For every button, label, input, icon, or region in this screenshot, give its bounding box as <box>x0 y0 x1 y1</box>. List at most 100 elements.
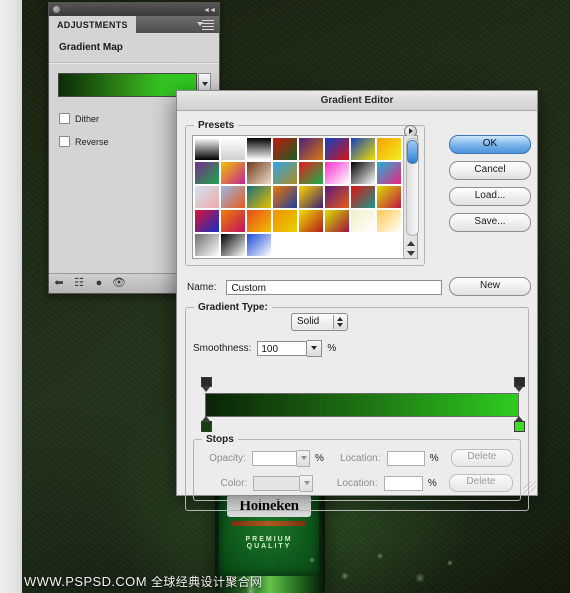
opacity-stop-start[interactable] <box>201 377 212 392</box>
preset-swatch[interactable] <box>220 209 246 233</box>
preset-swatch[interactable] <box>376 161 402 185</box>
new-button[interactable]: New <box>449 277 531 296</box>
opacity-location-input[interactable] <box>386 450 425 466</box>
opacity-dropdown-icon[interactable] <box>296 449 311 467</box>
preset-scrollbar[interactable] <box>403 136 419 258</box>
opacity-input[interactable] <box>251 450 297 466</box>
delete-color-stop-button[interactable]: Delete <box>448 474 513 492</box>
dialog-buttons: OK Cancel Load... Save... New <box>449 135 531 303</box>
preset-swatch[interactable] <box>324 209 350 233</box>
gradient-type-row: Solid <box>291 313 521 331</box>
watermark: WWW.PSPSD.COM 全球经典设计聚合网 <box>24 573 263 590</box>
gradient-type-group: Gradient Type: Solid Smoothness: 100 % S… <box>185 302 529 511</box>
preset-swatch[interactable] <box>324 161 350 185</box>
cancel-button[interactable]: Cancel <box>449 161 531 180</box>
scroll-up-icon[interactable] <box>407 241 415 246</box>
preset-swatch[interactable] <box>246 161 272 185</box>
preset-swatch[interactable] <box>298 185 324 209</box>
preset-swatch[interactable] <box>376 209 402 233</box>
preset-swatch[interactable] <box>194 209 220 233</box>
ok-button[interactable]: OK <box>449 135 531 154</box>
eye-icon[interactable]: 👁 <box>109 278 129 289</box>
preset-swatch[interactable] <box>246 185 272 209</box>
dither-label: Dither <box>75 113 100 124</box>
gradient-strip[interactable] <box>205 393 519 417</box>
gradient-type-label: Gradient Type: <box>194 302 272 313</box>
collapse-icon[interactable]: ◄◄ <box>203 7 216 14</box>
close-icon[interactable] <box>53 6 60 13</box>
panel-menu-icon[interactable] <box>197 20 214 30</box>
preset-swatch[interactable] <box>194 137 220 161</box>
gradient-type-value: Solid <box>297 316 320 327</box>
preset-list[interactable] <box>192 135 419 259</box>
label-band <box>232 521 306 526</box>
preset-swatch[interactable] <box>298 137 324 161</box>
color-dropdown-icon[interactable] <box>299 474 314 492</box>
stops-legend: Stops <box>202 434 238 445</box>
preset-swatch[interactable] <box>350 209 376 233</box>
save-button[interactable]: Save... <box>449 213 531 232</box>
clip-layer-icon[interactable]: ☷ <box>69 278 89 289</box>
reverse-label: Reverse <box>75 136 109 147</box>
preset-swatch[interactable] <box>194 161 220 185</box>
panel-tab-filler <box>135 16 219 33</box>
color-spacer <box>318 478 321 489</box>
back-arrow-icon[interactable]: ⬅ <box>49 278 69 289</box>
load-button[interactable]: Load... <box>449 187 531 206</box>
watermark-latin: WWW.PSPSD.COM <box>24 574 147 589</box>
panel-title-bar: ◄◄ <box>49 3 219 16</box>
smoothness-input[interactable]: 100 <box>257 341 308 356</box>
preset-swatch[interactable] <box>220 185 246 209</box>
reverse-checkbox[interactable] <box>59 136 70 147</box>
preset-swatch[interactable] <box>272 185 298 209</box>
tab-adjustments[interactable]: ADJUSTMENTS <box>49 16 136 33</box>
gradient-editor-dialog: Gradient Editor Presets OK Cancel Load..… <box>176 90 538 511</box>
color-stop-end[interactable] <box>514 416 525 432</box>
delete-opacity-stop-button[interactable]: Delete <box>450 449 514 467</box>
preset-swatch[interactable] <box>272 209 298 233</box>
preset-grid[interactable] <box>193 136 403 258</box>
resize-grip-icon[interactable] <box>523 481 536 494</box>
dialog-title-bar: Gradient Editor <box>177 91 537 111</box>
preset-swatch[interactable] <box>246 137 272 161</box>
gradient-type-select[interactable]: Solid <box>291 313 349 331</box>
preset-swatch[interactable] <box>298 161 324 185</box>
preset-swatch[interactable] <box>298 209 324 233</box>
presets-legend: Presets <box>194 120 239 131</box>
panel-tab-row: ADJUSTMENTS <box>49 16 219 33</box>
smoothness-label: Smoothness: <box>193 343 252 354</box>
name-input[interactable]: Custom <box>226 280 443 295</box>
preset-swatch[interactable] <box>324 185 350 209</box>
preset-swatch[interactable] <box>194 233 220 257</box>
preset-swatch[interactable] <box>220 137 246 161</box>
watermark-cn: 全球经典设计聚合网 <box>150 575 263 589</box>
smoothness-dropdown-icon[interactable] <box>307 340 323 357</box>
preset-swatch[interactable] <box>350 137 376 161</box>
color-location-label: Location: <box>336 477 378 489</box>
dialog-title: Gradient Editor <box>320 95 394 106</box>
smoothness-unit: % <box>327 343 337 354</box>
opacity-stop-end[interactable] <box>514 377 525 392</box>
preset-swatch[interactable] <box>324 137 350 161</box>
preset-swatch[interactable] <box>376 185 402 209</box>
preset-swatch[interactable] <box>220 233 246 257</box>
preset-swatch[interactable] <box>246 233 272 257</box>
preset-swatch[interactable] <box>376 137 402 161</box>
color-stop-start[interactable] <box>201 416 212 432</box>
stepper-arrows-icon[interactable] <box>333 315 348 329</box>
preset-swatch[interactable] <box>246 209 272 233</box>
scrollbar-thumb[interactable] <box>407 140 418 164</box>
preset-swatch[interactable] <box>350 185 376 209</box>
preset-swatch[interactable] <box>220 161 246 185</box>
preset-swatch[interactable] <box>194 185 220 209</box>
preset-swatch[interactable] <box>272 137 298 161</box>
preset-swatch[interactable] <box>350 161 376 185</box>
toggle-preview-icon[interactable]: ● <box>89 278 109 289</box>
color-location-input[interactable] <box>383 475 423 491</box>
color-swatch-input[interactable] <box>253 475 300 491</box>
scroll-down-icon[interactable] <box>407 251 415 256</box>
presets-group: Presets <box>185 120 425 266</box>
preset-swatch[interactable] <box>272 161 298 185</box>
name-label: Name: <box>187 282 217 293</box>
dither-checkbox[interactable] <box>59 113 70 124</box>
